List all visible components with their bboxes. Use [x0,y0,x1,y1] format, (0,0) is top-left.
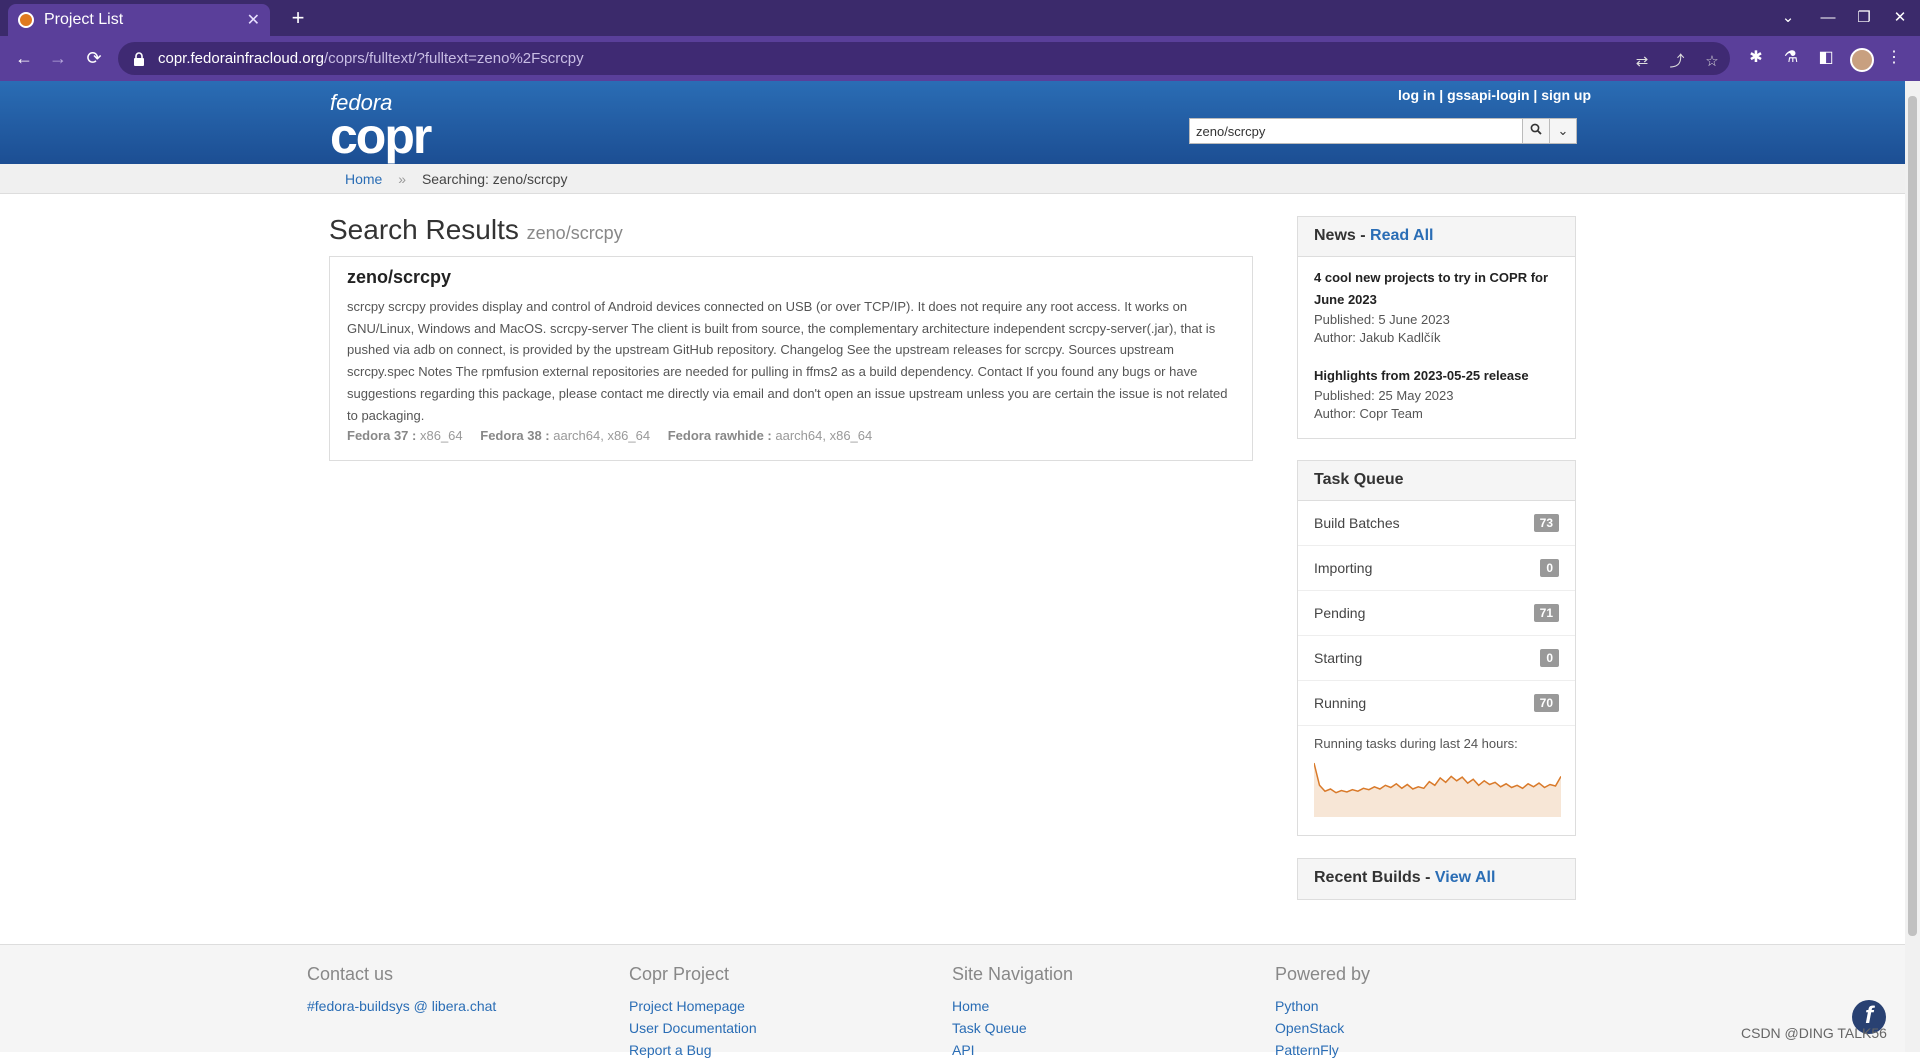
tab-title: Project List [44,11,124,28]
search-form: ⌄ [1189,118,1577,144]
close-tab-icon[interactable]: ✕ [247,10,260,30]
count-badge: 71 [1533,604,1559,622]
browser-tab[interactable]: Project List ✕ [8,4,270,36]
task-queue-row[interactable]: Importing 0 [1298,546,1575,591]
sparkline-label: Running tasks during last 24 hours: [1314,736,1518,751]
result-project-link[interactable]: zeno/scrcpy [347,267,451,287]
browser-tab-strip: Project List ✕ + ⌄ — ❐ ✕ [0,0,1920,36]
count-badge: 70 [1533,694,1559,712]
reload-icon[interactable]: ⟳ [80,44,108,72]
footer-link[interactable]: API [952,1039,1073,1061]
news-item-title[interactable]: 4 cool new projects to try in COPR for J… [1314,267,1559,311]
menu-icon[interactable]: ⋮ [1880,44,1908,72]
count-badge: 73 [1533,514,1559,532]
tab-search-icon[interactable]: ⌄ [1770,4,1806,32]
copr-logo[interactable]: fedora copr [330,92,432,162]
news-item: 4 cool new projects to try in COPR for J… [1298,257,1575,347]
chevron-down-icon[interactable]: ⌄ [1549,119,1576,143]
search-input[interactable] [1190,119,1522,143]
count-badge: 0 [1540,559,1559,577]
extensions-icon[interactable]: ✱ [1742,44,1770,72]
recent-builds-panel: Recent Builds - View All [1297,858,1576,900]
news-panel: News - Read All 4 cool new projects to t… [1297,216,1576,439]
footer-site-navigation: Site Navigation Home Task Queue API [952,964,1073,1061]
page-title: Search Results zeno/scrcpy [329,214,623,245]
profile-avatar[interactable] [1850,48,1874,72]
url-path: /coprs/fulltext/?fulltext=zeno%2Fscrcpy [323,50,584,67]
footer-powered-by: Powered by Python OpenStack PatternFly [1275,964,1370,1061]
favicon-icon [18,12,34,28]
footer-link[interactable]: Home [952,995,1073,1017]
login-link[interactable]: log in [1398,87,1435,103]
breadcrumb-bar [0,164,1905,194]
footer-link[interactable]: Report a Bug [629,1039,757,1061]
forward-icon[interactable]: → [44,44,72,72]
search-result-card: zeno/scrcpy scrcpy scrcpy provides displ… [329,256,1253,461]
footer-link[interactable]: Project Homepage [629,995,757,1017]
footer-link[interactable]: Task Queue [952,1017,1073,1039]
footer-link[interactable]: #fedora-buildsys @ libera.chat [307,995,496,1017]
gssapi-login-link[interactable]: gssapi-login [1447,87,1529,103]
breadcrumb-home[interactable]: Home [345,171,382,187]
auth-links: log in | gssapi-login | sign up [1398,87,1591,103]
task-queue-heading: Task Queue [1298,461,1575,501]
back-icon[interactable]: ← [10,44,38,72]
url-host: copr.fedorainfracloud.org [158,50,324,67]
footer-link[interactable]: Python [1275,995,1370,1017]
task-queue-row[interactable]: Running 70 [1298,681,1575,726]
search-icon[interactable] [1522,119,1549,143]
news-item-title[interactable]: Highlights from 2023-05-25 release [1314,365,1559,387]
watermark: CSDN @DING TALK56 [1741,1025,1887,1041]
chroot-list: Fedora 37 : x86_64 Fedora 38 : aarch64, … [347,428,873,444]
address-bar[interactable]: copr.fedorainfracloud.org/coprs/fulltext… [118,42,1730,75]
breadcrumb-current: Searching: zeno/scrcpy [421,171,568,187]
lock-icon [134,51,144,66]
page-subtitle: zeno/scrcpy [526,223,623,243]
footer-contact: Contact us #fedora-buildsys @ libera.cha… [307,964,496,1017]
new-tab-button[interactable]: + [284,4,312,32]
footer-link[interactable]: OpenStack [1275,1017,1370,1039]
running-tasks-sparkline [1313,762,1562,817]
side-panel-icon[interactable]: ◧ [1812,44,1840,72]
news-item: Highlights from 2023-05-25 release Publi… [1298,347,1575,423]
labs-icon[interactable]: ⚗ [1777,44,1805,72]
minimize-icon[interactable]: — [1810,4,1846,32]
footer-link[interactable]: User Documentation [629,1017,757,1039]
close-window-icon[interactable]: ✕ [1882,4,1918,32]
task-queue-row[interactable]: Build Batches 73 [1298,501,1575,546]
task-queue-row[interactable]: Starting 0 [1298,636,1575,681]
scrollbar-thumb[interactable] [1908,96,1917,936]
result-description: scrcpy scrcpy provides display and contr… [347,299,1228,423]
recent-builds-view-all-link[interactable]: View All [1435,869,1495,886]
footer-copr-project: Copr Project Project Homepage User Docum… [629,964,757,1061]
restore-icon[interactable]: ❐ [1846,4,1882,32]
news-read-all-link[interactable]: Read All [1370,227,1433,244]
browser-toolbar: ← → ⟳ copr.fedorainfracloud.org/coprs/fu… [0,36,1920,81]
share-icon[interactable]: ⤴ [1665,50,1689,74]
task-queue-panel: Task Queue Build Batches 73 Importing 0 Pe… [1297,460,1576,836]
footer-link[interactable]: PatternFly [1275,1039,1370,1061]
bookmark-star-icon[interactable]: ☆ [1700,50,1724,74]
breadcrumb: Home » Searching: zeno/scrcpy [345,171,568,187]
count-badge: 0 [1540,649,1559,667]
task-queue-row[interactable]: Pending 71 [1298,591,1575,636]
site-header [0,81,1905,164]
signup-link[interactable]: sign up [1541,87,1591,103]
translate-icon[interactable]: ⇄ [1630,50,1654,74]
